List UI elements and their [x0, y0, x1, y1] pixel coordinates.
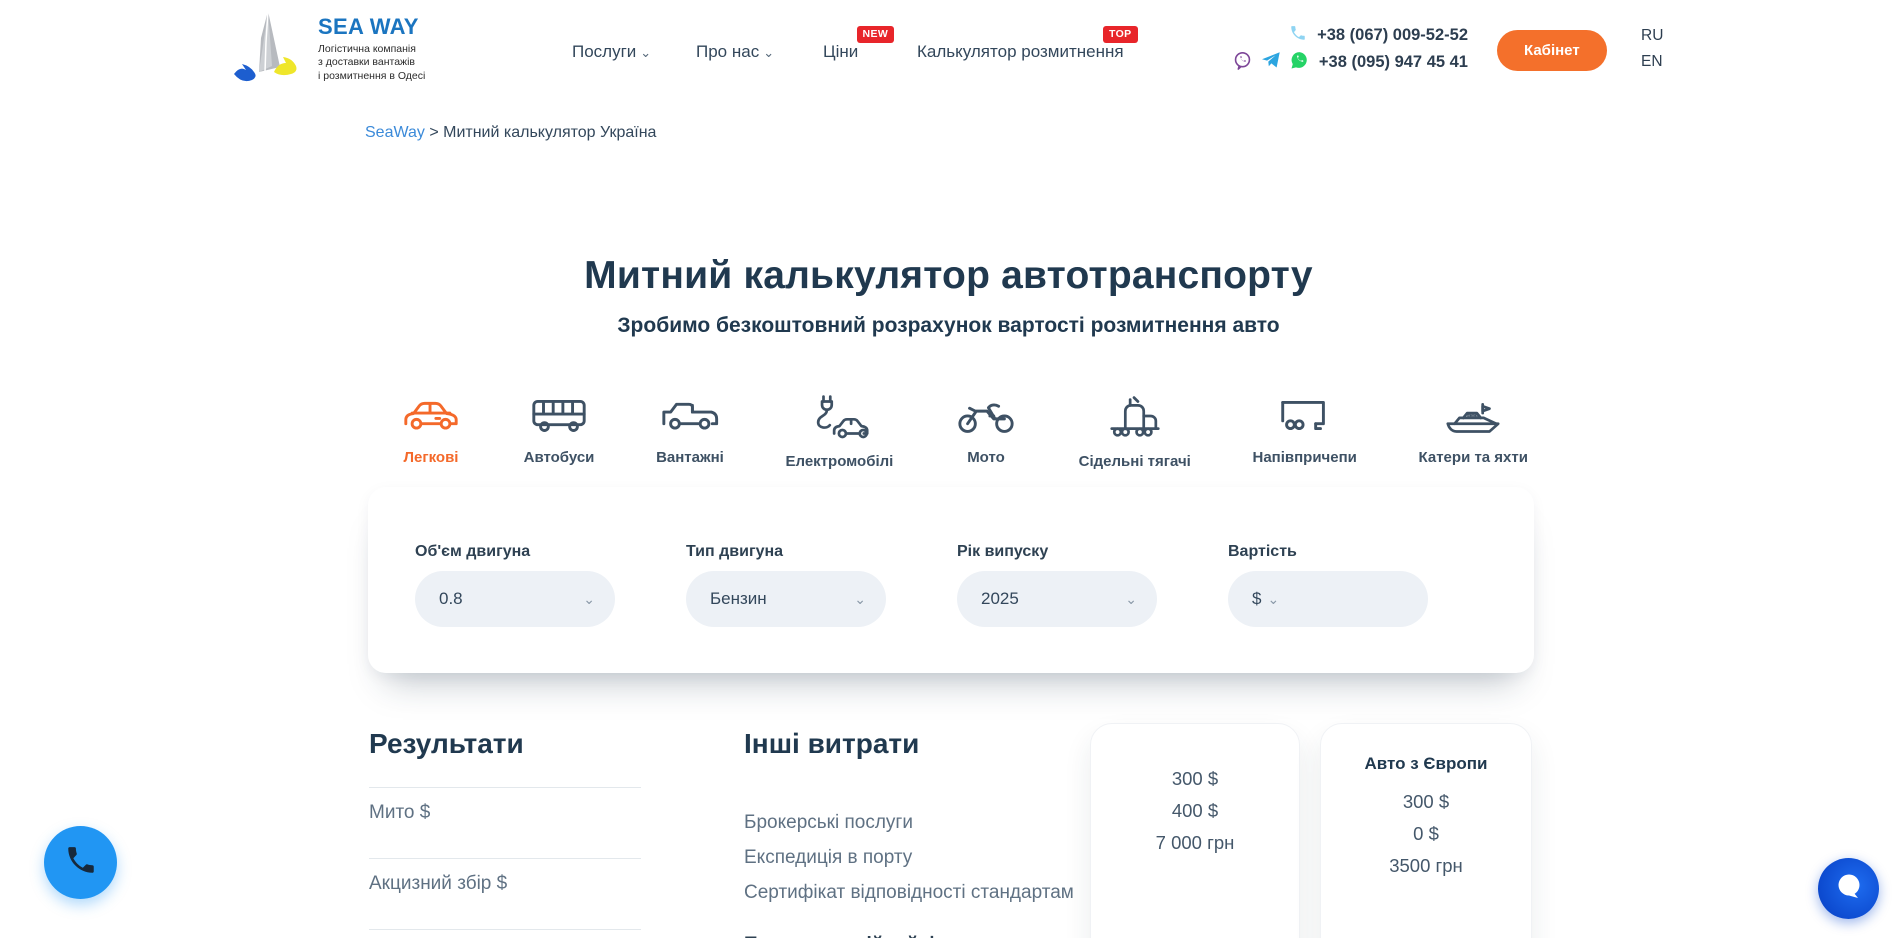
engine-type-select[interactable]: Бензин ⌄: [686, 571, 886, 627]
year-label: Рік випуску: [957, 543, 1157, 561]
phone-row-primary[interactable]: +38 (067) 009-52-52: [1208, 22, 1468, 49]
lang-ru[interactable]: RU: [1641, 23, 1663, 49]
page-subtitle: Зробимо безкоштовний розрахунок вартості…: [0, 314, 1897, 338]
chevron-down-icon: ⌄: [1267, 591, 1279, 608]
europe-card-title: Авто з Європи: [1321, 754, 1531, 774]
tab-moto[interactable]: Мото: [955, 394, 1017, 470]
phone-number-secondary[interactable]: +38 (095) 947 45 41: [1319, 53, 1468, 72]
chevron-down-icon: ⌄: [1125, 591, 1137, 608]
call-button[interactable]: [44, 826, 117, 899]
electric-car-icon: [808, 394, 870, 440]
result-row-excise: Акцизний збір $: [369, 858, 641, 929]
logo-title: SEA WAY: [318, 14, 425, 40]
tab-buses[interactable]: Автобуси: [524, 394, 595, 470]
nav-prices[interactable]: Ціни NEW: [823, 42, 858, 62]
cost-label: Вартість: [1228, 543, 1428, 561]
header-contacts: +38 (067) 009-52-52 +38 (095) 947 45 41: [1208, 22, 1468, 76]
page-title: Митний калькулятор автотранспорту: [0, 254, 1897, 298]
cost-value: 0 $: [1321, 823, 1531, 845]
top-badge: TOP: [1103, 26, 1138, 43]
chat-button[interactable]: [1818, 858, 1879, 919]
engine-type-label: Тип двигуна: [686, 543, 886, 561]
cost-field: Вартість $ ⌄: [1228, 543, 1428, 673]
breadcrumb-separator: >: [429, 124, 438, 141]
nav-services[interactable]: Послуги⌄: [572, 42, 651, 62]
other-cost-item: Експедиція в порту: [744, 847, 1094, 869]
cost-input-wrap[interactable]: $ ⌄: [1228, 571, 1428, 627]
breadcrumb-home-link[interactable]: SeaWay: [365, 124, 425, 141]
motorcycle-icon: [955, 394, 1017, 436]
logo-boat-icon: [228, 8, 306, 89]
tab-semi-trucks[interactable]: Сідельні тягачі: [1079, 394, 1191, 470]
language-switcher: RU EN: [1641, 23, 1663, 76]
viber-icon[interactable]: [1233, 51, 1252, 75]
result-row-duty: Мито $: [369, 787, 641, 858]
nav-customs-calculator[interactable]: Калькулятор розмитнення TOP: [917, 42, 1124, 62]
chevron-down-icon: ⌄: [763, 45, 774, 60]
breadcrumb: SeaWay > Митний калькулятор Україна: [365, 124, 656, 142]
header: SEA WAY Логістична компанія з доставки в…: [0, 0, 1897, 103]
social-icons: [1233, 51, 1309, 75]
tab-cars[interactable]: Легкові: [400, 394, 462, 470]
chat-bubble-icon: [1834, 871, 1864, 906]
chevron-down-icon: ⌄: [583, 591, 595, 608]
other-cost-item: Брокерські послуги: [744, 812, 1094, 834]
other-cost-item: Сертифікат відповідності стандартам: [744, 882, 1094, 904]
cabinet-button[interactable]: Кабінет: [1497, 30, 1607, 71]
bus-icon: [528, 394, 590, 436]
phone-icon: [1289, 24, 1307, 47]
telegram-icon[interactable]: [1261, 51, 1281, 74]
tab-boats-yachts[interactable]: Катери та яхти: [1419, 394, 1528, 470]
logo[interactable]: SEA WAY Логістична компанія з доставки в…: [228, 8, 425, 89]
logo-tagline: Логістична компанія з доставки вантажів …: [318, 43, 425, 84]
results-section: Результати Мито $ Акцизний збір $: [369, 728, 641, 938]
other-costs-title: Інші витрати: [744, 728, 1094, 760]
cost-value: 300 $: [1321, 791, 1531, 813]
cost-value: 300 $: [1091, 768, 1299, 790]
truck-icon: [659, 394, 721, 436]
vehicle-type-tabs: Легкові Автобуси Вантажні: [400, 394, 1528, 470]
pension-fund-note: Плата в пенсійний фонд при реєстрації МР…: [744, 930, 1044, 938]
europe-costs-card: Авто з Європи 300 $ 0 $ 3500 грн: [1320, 723, 1532, 938]
tab-electric-cars[interactable]: Електромобілі: [786, 394, 894, 470]
currency-select[interactable]: $: [1252, 589, 1261, 609]
results-title: Результати: [369, 728, 641, 760]
costs-card: 300 $ 400 $ 7 000 грн: [1090, 723, 1300, 938]
chevron-down-icon: ⌄: [854, 591, 866, 608]
semi-truck-icon: [1104, 394, 1166, 440]
chevron-down-icon: ⌄: [640, 45, 651, 60]
result-row-next: [369, 929, 641, 938]
new-badge: NEW: [857, 26, 895, 43]
tab-trucks[interactable]: Вантажні: [656, 394, 724, 470]
engine-type-field: Тип двигуна Бензин ⌄: [686, 543, 886, 673]
nav-about[interactable]: Про нас⌄: [696, 42, 774, 62]
year-field: Рік випуску 2025 ⌄: [957, 543, 1157, 673]
tab-semi-trailers[interactable]: Напівпричепи: [1252, 394, 1356, 470]
engine-volume-select[interactable]: 0.8 ⌄: [415, 571, 615, 627]
phone-row-secondary[interactable]: +38 (095) 947 45 41: [1208, 49, 1468, 76]
breadcrumb-current: Митний калькулятор Україна: [443, 124, 656, 141]
phone-icon: [64, 843, 98, 882]
trailer-icon: [1274, 394, 1336, 436]
page: SEA WAY Логістична компанія з доставки в…: [0, 0, 1897, 938]
calculator-form: Об'єм двигуна 0.8 ⌄ Тип двигуна Бензин ⌄…: [368, 487, 1534, 673]
cost-input[interactable]: [1279, 589, 1408, 609]
lang-en[interactable]: EN: [1641, 49, 1663, 75]
cost-value: 3500 грн: [1321, 855, 1531, 877]
engine-volume-field: Об'єм двигуна 0.8 ⌄: [415, 543, 615, 673]
phone-number-primary[interactable]: +38 (067) 009-52-52: [1317, 26, 1468, 45]
car-icon: [400, 394, 462, 436]
engine-volume-label: Об'єм двигуна: [415, 543, 615, 561]
yacht-icon: [1442, 394, 1504, 436]
cost-value: 400 $: [1091, 800, 1299, 822]
other-costs-section: Інші витрати Брокерські послуги Експедиц…: [744, 728, 1094, 938]
year-select[interactable]: 2025 ⌄: [957, 571, 1157, 627]
whatsapp-icon[interactable]: [1290, 51, 1309, 75]
cost-value: 7 000 грн: [1091, 832, 1299, 854]
